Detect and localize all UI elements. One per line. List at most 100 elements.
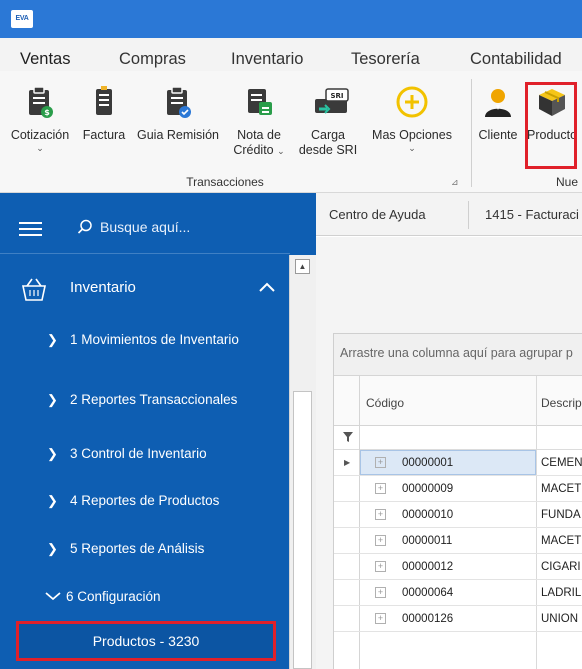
chevron-right-icon: ❯ (47, 392, 58, 407)
products-grid: Arrastre una columna aquí para agrupar p… (333, 333, 582, 669)
app-logo: EVA (11, 10, 33, 28)
chevron-down-icon: ⌄ (277, 146, 285, 156)
sri-upload-icon: SRI (311, 85, 349, 119)
expand-row-icon[interactable]: + (375, 561, 386, 572)
expand-row-icon[interactable]: + (375, 587, 386, 598)
tab-separator (468, 201, 469, 229)
menu-tab-inventario[interactable]: Inventario (231, 50, 303, 69)
carga-sri-button[interactable]: SRI Carga desde SRI (296, 85, 360, 158)
chevron-down-icon (45, 589, 63, 604)
sidebar-section-inventario[interactable]: Inventario (70, 279, 136, 296)
table-row[interactable]: + 00000010 FUNDA (334, 502, 582, 528)
sidebar-item-control-inventario[interactable]: ❯ 3 Control de Inventario (47, 446, 207, 462)
sidebar-divider (0, 253, 290, 254)
producto-highlight-box (525, 82, 577, 169)
menu-tab-contabilidad[interactable]: Contabilidad (470, 50, 562, 69)
cliente-button[interactable]: Cliente (474, 85, 522, 143)
group-by-panel[interactable]: Arrastre una columna aquí para agrupar p (334, 334, 582, 376)
cell-descripcion[interactable]: CEMEN (541, 457, 582, 469)
search-icon (77, 219, 92, 234)
table-row[interactable]: + 00000012 CIGARI (334, 554, 582, 580)
cell-descripcion[interactable]: LADRIL (541, 587, 581, 599)
filter-row[interactable] (334, 426, 582, 450)
expand-row-icon[interactable]: + (375, 535, 386, 546)
ribbon-group-transacciones: Transacciones (186, 175, 264, 189)
expand-row-icon[interactable]: + (375, 613, 386, 624)
clipboard-dollar-icon: $ (23, 85, 57, 119)
dialog-launcher-icon[interactable]: ⊿ (451, 177, 459, 188)
sidebar-item-reportes-productos[interactable]: ❯ 4 Reportes de Productos (47, 493, 219, 509)
hamburger-menu-icon[interactable] (19, 222, 42, 236)
ribbon-group-nuevo: Nue (556, 175, 579, 189)
cell-codigo[interactable]: 00000012 (402, 561, 453, 573)
menu-bar: Ventas Compras Inventario Tesorería Cont… (0, 38, 582, 74)
table-row[interactable]: + 00000011 MACET (334, 528, 582, 554)
menu-tab-compras[interactable]: Compras (119, 50, 186, 69)
cliente-label: Cliente (478, 128, 518, 142)
sidebar-scrollbar[interactable]: ▲ (289, 255, 316, 669)
cell-descripcion[interactable]: MACET (541, 483, 581, 495)
chevron-down-icon: ⌄ (408, 143, 416, 153)
user-icon (481, 85, 515, 119)
sidebar: Busque aquí... Inventario ❯ 1 Movimientos… (0, 193, 316, 669)
carga-sri-label-1: Carga (310, 128, 346, 142)
cotizacion-button[interactable]: $ Cotización ⌄ (8, 85, 72, 153)
sidebar-item-reportes-transaccionales[interactable]: ❯ 2 Reportes Transaccionales (47, 392, 237, 408)
chevron-up-icon[interactable] (258, 281, 276, 293)
cell-descripcion[interactable]: UNION (541, 613, 578, 625)
cell-codigo[interactable]: 00000009 (402, 483, 453, 495)
cotizacion-label: Cotización (10, 128, 70, 142)
table-row[interactable]: + 00000064 LADRIL (334, 580, 582, 606)
cell-codigo[interactable]: 00000010 (402, 509, 453, 521)
search-input[interactable]: Busque aquí... (100, 219, 190, 235)
sidebar-item-reportes-analisis[interactable]: ❯ 5 Reportes de Análisis (47, 541, 204, 557)
credit-note-icon (242, 85, 276, 119)
receipt-icon (87, 85, 121, 119)
table-row[interactable]: ▶ + 00000001 CEMEN (334, 450, 582, 476)
expand-row-icon[interactable]: + (375, 483, 386, 494)
cell-descripcion[interactable]: MACET (541, 535, 581, 547)
sidebar-item-movimientos[interactable]: ❯ 1 Movimientos de Inventario (47, 332, 239, 348)
column-header-codigo[interactable]: Código (366, 396, 404, 410)
table-row[interactable]: + 00000126 UNION (334, 606, 582, 632)
scrollbar-thumb[interactable] (293, 391, 312, 669)
sidebar-subitem-productos[interactable]: Productos - 3230 (16, 621, 276, 661)
chevron-right-icon: ❯ (47, 332, 58, 347)
main-content: Centro de Ayuda 1415 - Facturaci Arrastr… (316, 193, 582, 669)
cell-codigo[interactable]: 00000001 (402, 457, 453, 469)
title-bar: EVA (0, 0, 582, 38)
document-tabs: Centro de Ayuda 1415 - Facturaci (316, 193, 582, 236)
expand-row-icon[interactable]: + (375, 509, 386, 520)
column-header-descripcion[interactable]: Descripc (541, 396, 582, 410)
chevron-right-icon: ❯ (47, 541, 58, 556)
nota-credito-button[interactable]: Nota de Crédito ⌄ (228, 85, 290, 159)
menu-tab-tesoreria[interactable]: Tesorería (351, 50, 420, 69)
guia-remision-button[interactable]: Guia Remisión (134, 85, 222, 143)
chevron-right-icon: ❯ (47, 493, 58, 508)
cell-descripcion[interactable]: FUNDA (541, 509, 581, 521)
cell-codigo[interactable]: 00000011 (402, 535, 452, 547)
row-pointer-icon: ▶ (344, 458, 351, 467)
svg-text:$: $ (44, 108, 50, 117)
ribbon: $ Cotización ⌄ Factura Guia Remisión Not… (0, 71, 582, 193)
expand-row-icon[interactable]: + (375, 457, 386, 468)
scroll-up-arrow-icon[interactable]: ▲ (295, 259, 310, 274)
table-row[interactable]: + 00000009 MACET (334, 476, 582, 502)
cell-codigo[interactable]: 00000064 (402, 587, 453, 599)
nota-credito-label-2: Crédito (233, 143, 274, 157)
chevron-right-icon: ❯ (47, 446, 58, 461)
menu-tab-ventas[interactable]: Ventas (20, 50, 71, 74)
factura-button[interactable]: Factura (79, 85, 129, 143)
ribbon-group-divider (471, 79, 472, 187)
tab-facturacion[interactable]: 1415 - Facturaci (485, 207, 579, 222)
cell-codigo[interactable]: 00000126 (402, 613, 453, 625)
basket-icon (22, 278, 46, 301)
cell-descripcion[interactable]: CIGARI (541, 561, 581, 573)
sidebar-item-configuracion[interactable]: 6 Configuración (45, 589, 161, 604)
sri-badge: SRI (330, 92, 343, 100)
tab-centro-ayuda[interactable]: Centro de Ayuda (329, 207, 426, 222)
nota-credito-label-1: Nota de (237, 128, 281, 142)
guia-remision-label: Guia Remisión (137, 128, 219, 142)
mas-opciones-button[interactable]: Mas Opciones ⌄ (368, 85, 456, 153)
content-area: Arrastre una columna aquí para agrupar p… (316, 237, 582, 669)
